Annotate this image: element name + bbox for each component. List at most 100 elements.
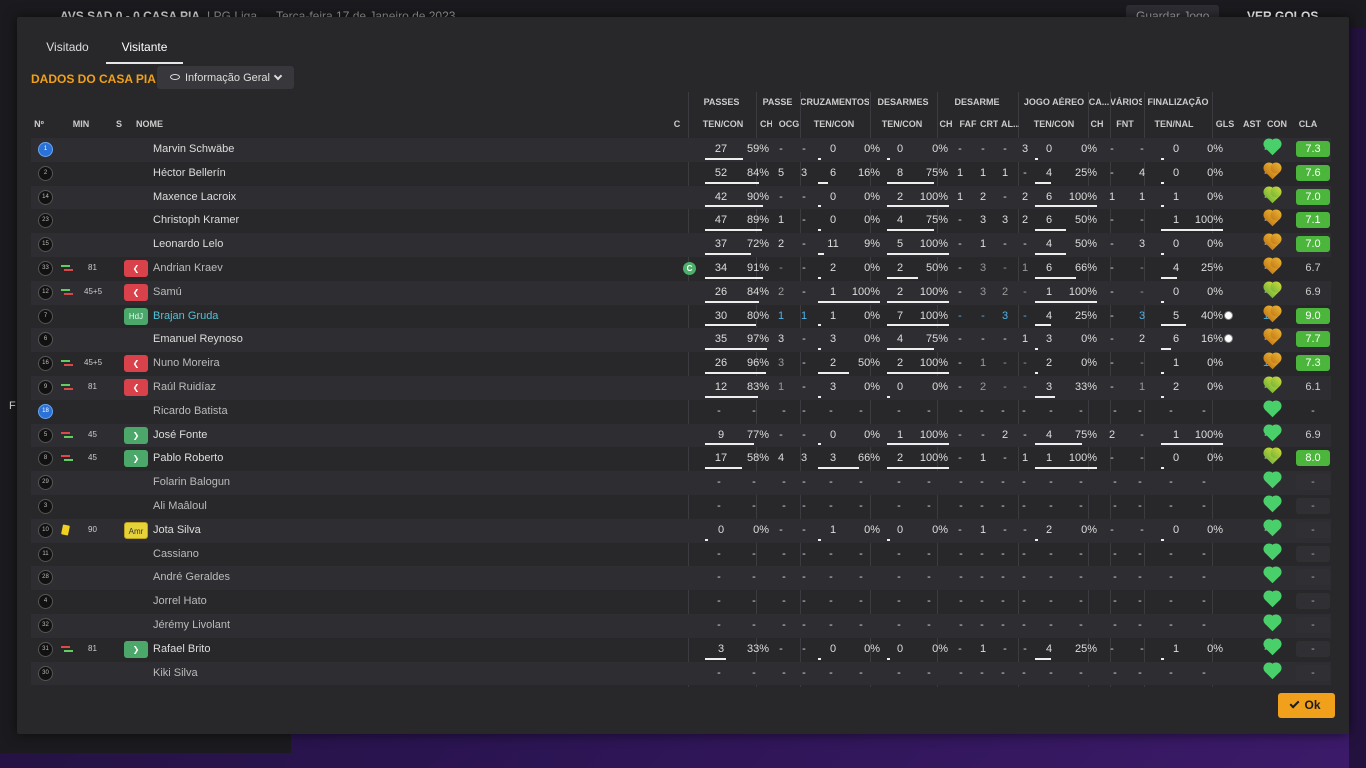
table-row[interactable]: 33 81 ❮ Andrian Kraev C 34 91% - -2 0% 2 50% -3-1 6 66… [31,257,1331,281]
player-name[interactable]: Jérémy Livolant [153,619,373,631]
empty-cell: - [897,547,901,560]
empty-cell: - [897,571,901,584]
player-name[interactable]: Raúl Ruidíaz [153,381,373,393]
empty-cell: - [1001,666,1005,679]
player-name[interactable]: Samú [153,286,373,298]
col-c[interactable]: C [672,119,682,129]
view-dropdown[interactable]: Informação Geral [157,66,294,89]
player-name[interactable]: Kiki Silva [153,667,373,679]
table-row[interactable]: 11 Cassiano - - - - - - - - - - - - - - - - - - - [31,543,1331,567]
empty-cell: - [1022,476,1026,489]
col-tk-faf[interactable]: FAF [959,119,977,129]
group-header[interactable]: PASSES [688,97,755,107]
table-row[interactable]: 7 HdJ Brajan Gruda 30 80% 1 1 1 0% 7 100% - -3-4 25% -… [31,305,1331,329]
ok-button[interactable]: Ok [1278,693,1335,718]
col-tackle-tc[interactable]: TEN/CON [877,119,927,129]
table-row[interactable]: 10 90 Amr Jota Silva 0 0% - -1 0% 0 0% -1- -2 0% - -0 0%… [31,518,1331,543]
col-air-tc[interactable]: TEN/CON [1027,119,1081,129]
progress-bar [1035,467,1097,470]
player-name[interactable]: Pablo Roberto [153,452,373,464]
table-row[interactable]: 18 Ricardo Batista - - - - - - - - - - - - - - - - - - - [31,400,1331,424]
col-ca-ch[interactable]: CH [1090,119,1104,129]
shirt-number-icon: 12 [38,284,53,300]
progress-bar [887,538,890,541]
player-name[interactable]: Folarin Balogun [153,476,373,488]
col-cla[interactable]: CLA [1296,119,1320,129]
player-name[interactable]: Rafael Brito [153,643,373,655]
player-name[interactable]: Christoph Kramer [153,214,373,226]
player-name[interactable]: Héctor Bellerín [153,167,373,179]
player-name[interactable]: Maxence Lacroix [153,191,373,203]
tab-home[interactable]: Visitado [46,40,89,64]
player-name[interactable]: Ali Maâloul [153,500,373,512]
cell-tp: 100% [919,428,948,441]
tab-away[interactable]: Visitante [106,40,183,64]
col-s[interactable]: S [115,119,123,129]
player-name[interactable]: Nuno Moreira [153,357,373,369]
col-ast[interactable]: AST [1243,119,1261,129]
group-header[interactable]: CA... [1088,97,1110,107]
group-header[interactable]: CRUZAMENTOS [800,97,869,107]
table-row[interactable]: 23 Christoph Kramer 47 89% 1-0 0% 4 75% -3 3 2 6 50%… [31,209,1331,233]
empty-cell: - [897,404,901,417]
player-name[interactable]: Marvin Schwäbe [153,143,373,155]
player-name[interactable]: Jorrel Hato [153,595,373,607]
table-row[interactable]: 2 Héctor Bellerín 52 84% 5 3 6 16% 8 75% 1 1 1-4 25% -… [31,162,1331,186]
group-header[interactable]: FINALIZAÇÃO [1144,97,1212,107]
player-name[interactable]: Leonardo Lelo [153,238,373,250]
progress-bar [1035,157,1038,160]
table-row[interactable]: 5 45 ❯ José Fonte 9 77% - -0 0% 1 100% - -2-4 75% 2-1 1… [31,423,1331,448]
group-header[interactable]: PASSE [756,97,799,107]
col-tk-ch[interactable]: CH [939,119,953,129]
group-header[interactable]: DESARMES [870,97,936,107]
player-name[interactable]: André Geraldes [153,571,373,583]
col-name[interactable]: NOME [136,119,176,129]
group-header[interactable]: DESARME [937,97,1017,107]
condition-heart-icon [1264,591,1281,608]
table-row[interactable]: 12 45+5 ❮ Samú 26 84% 2-1 100% 2 100% -3 2-1 100% - -0… [31,280,1331,305]
col-pass-ocg[interactable]: OCG [777,119,801,129]
col-tk-al[interactable]: AL... [1001,119,1019,129]
table-row[interactable]: 32 Jérémy Livolant - - - - - - - - - - - - - - - - - - - [31,614,1331,638]
table-row[interactable]: 30 Kiki Silva - - - - - - - - - - - - - - - - - - - [31,661,1331,685]
player-name[interactable]: José Fonte [153,429,373,441]
table-row[interactable]: 15 Leonardo Lelo 37 72% 2-11 9% 5 100% -1- -4 50% -… [31,233,1331,257]
cell-tp: 100% [919,309,948,322]
table-row[interactable]: 14 Maxence Lacroix 42 90% - -0 0% 2 100% 1 2-2 6 100… [31,185,1331,210]
col-var-fnt[interactable]: FNT [1115,119,1135,129]
col-gls[interactable]: GLS [1215,119,1235,129]
progress-bar [887,324,949,327]
cell-ocg: - [802,428,806,441]
col-pass-ch[interactable]: CH [760,119,772,129]
table-row[interactable]: 9 81 ❮ Raúl Ruidíaz 12 83% 1-3 0% 0 0% -2- -3 33% -1 2… [31,376,1331,400]
table-row[interactable]: 3 Ali Maâloul - - - - - - - - - - - - - - - - - - - [31,495,1331,519]
cell-pa: 35 [714,333,728,346]
group-header[interactable]: JOGO AÉREO [1018,97,1090,107]
minute-label: 81 [88,643,97,653]
progress-bar [705,276,763,279]
table-row[interactable]: 8 45 ❯ Pablo Roberto 17 58% 4 3 3 66% 2 100% -1-1 1 10… [31,447,1331,471]
table-row[interactable]: 4 Jorrel Hato - - - - - - - - - - - - - - - - - - - [31,590,1331,614]
table-row[interactable]: 29 Folarin Balogun - - - - - - - - - - - - - - - - - - - [31,471,1331,495]
player-name[interactable]: Ricardo Batista [153,405,373,417]
player-name[interactable]: Brajan Gruda [153,310,373,322]
player-name[interactable]: Cassiano [153,548,373,560]
player-table: 1 Marvin Schwäbe 27 59% - -0 0% 0 0% - - -3 0 0% - -0 0%… [31,138,1331,685]
col-con[interactable]: CON [1266,119,1288,129]
col-tk-crt[interactable]: CRT [980,119,998,129]
player-name[interactable]: Andrian Kraev [153,262,373,274]
player-name[interactable]: Emanuel Reynoso [153,333,373,345]
col-pass-tc[interactable]: TEN/CON [698,119,748,129]
col-no[interactable]: Nº [31,119,47,129]
player-name[interactable]: Jota Silva [153,524,373,536]
group-header[interactable]: VÁRIOS [1110,97,1142,107]
table-row[interactable]: 1 Marvin Schwäbe 27 59% - -0 0% 0 0% - - -3 0 0% - -0 0%… [31,138,1331,162]
table-row[interactable]: 6 Emanuel Reynoso 35 97% 3-3 0% 4 75% - - -1 3 0% -2 6… [31,328,1331,353]
col-fin-tn[interactable]: TEN/NAL [1148,119,1200,129]
col-min[interactable]: MIN [70,119,92,129]
table-row[interactable]: 16 45+5 ❮ Nuno Moreira 26 96% 3-2 50% 2 100% -1- -2… [31,352,1331,376]
table-row[interactable]: 28 André Geraldes - - - - - - - - - - - - - - - - - - - [31,566,1331,591]
cell-aa: 4 [1045,166,1053,179]
table-row[interactable]: 31 81 ❯ Rafael Brito 3 33% - -0 0% 0 0% -1- -4 25% - -1… [31,638,1331,662]
col-cross-tc[interactable]: TEN/CON [809,119,859,129]
